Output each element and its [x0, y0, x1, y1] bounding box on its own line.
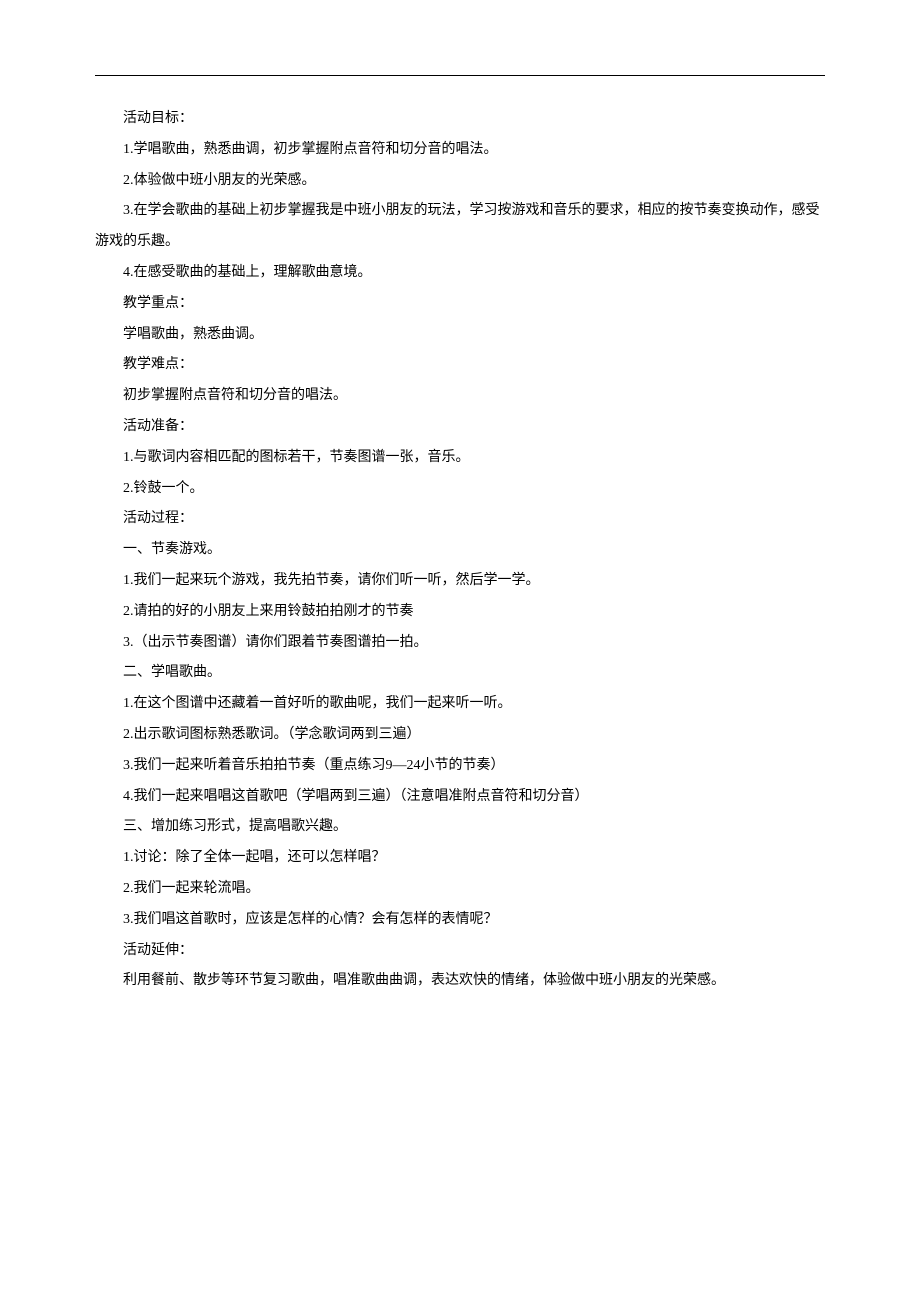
section2-heading: 二、学唱歌曲。	[95, 658, 825, 689]
goal-item: 3.在学会歌曲的基础上初步掌握我是中班小朋友的玩法，学习按游戏和音乐的要求，相应…	[95, 196, 825, 258]
difficulty-heading: 教学难点：	[95, 350, 825, 381]
keypoint-text: 学唱歌曲，熟悉曲调。	[95, 320, 825, 351]
goal-heading: 活动目标：	[95, 104, 825, 135]
process-heading: 活动过程：	[95, 504, 825, 535]
extension-text: 利用餐前、散步等环节复习歌曲，唱准歌曲曲调，表达欢快的情绪，体验做中班小朋友的光…	[95, 966, 825, 997]
horizontal-rule	[95, 75, 825, 76]
extension-heading: 活动延伸：	[95, 936, 825, 967]
prep-item: 1.与歌词内容相匹配的图标若干，节奏图谱一张，音乐。	[95, 443, 825, 474]
goal-item: 1.学唱歌曲，熟悉曲调，初步掌握附点音符和切分音的唱法。	[95, 135, 825, 166]
section2-item: 4.我们一起来唱唱这首歌吧（学唱两到三遍）（注意唱准附点音符和切分音）	[95, 782, 825, 813]
goal-item: 4.在感受歌曲的基础上，理解歌曲意境。	[95, 258, 825, 289]
document-page: 活动目标： 1.学唱歌曲，熟悉曲调，初步掌握附点音符和切分音的唱法。 2.体验做…	[0, 0, 920, 1057]
section1-item: 1.我们一起来玩个游戏，我先拍节奏，请你们听一听，然后学一学。	[95, 566, 825, 597]
section2-item: 2.出示歌词图标熟悉歌词。（学念歌词两到三遍）	[95, 720, 825, 751]
keypoint-heading: 教学重点：	[95, 289, 825, 320]
goal-item: 2.体验做中班小朋友的光荣感。	[95, 166, 825, 197]
section3-item: 3.我们唱这首歌时，应该是怎样的心情？会有怎样的表情呢？	[95, 905, 825, 936]
section3-heading: 三、增加练习形式，提高唱歌兴趣。	[95, 812, 825, 843]
section3-item: 2.我们一起来轮流唱。	[95, 874, 825, 905]
prep-heading: 活动准备：	[95, 412, 825, 443]
section3-item: 1.讨论：除了全体一起唱，还可以怎样唱？	[95, 843, 825, 874]
section1-item: 3.（出示节奏图谱）请你们跟着节奏图谱拍一拍。	[95, 628, 825, 659]
difficulty-text: 初步掌握附点音符和切分音的唱法。	[95, 381, 825, 412]
section2-item: 1.在这个图谱中还藏着一首好听的歌曲呢，我们一起来听一听。	[95, 689, 825, 720]
section1-item: 2.请拍的好的小朋友上来用铃鼓拍拍刚才的节奏	[95, 597, 825, 628]
prep-item: 2.铃鼓一个。	[95, 474, 825, 505]
section2-item: 3.我们一起来听着音乐拍拍节奏（重点练习9—24小节的节奏）	[95, 751, 825, 782]
section1-heading: 一、节奏游戏。	[95, 535, 825, 566]
